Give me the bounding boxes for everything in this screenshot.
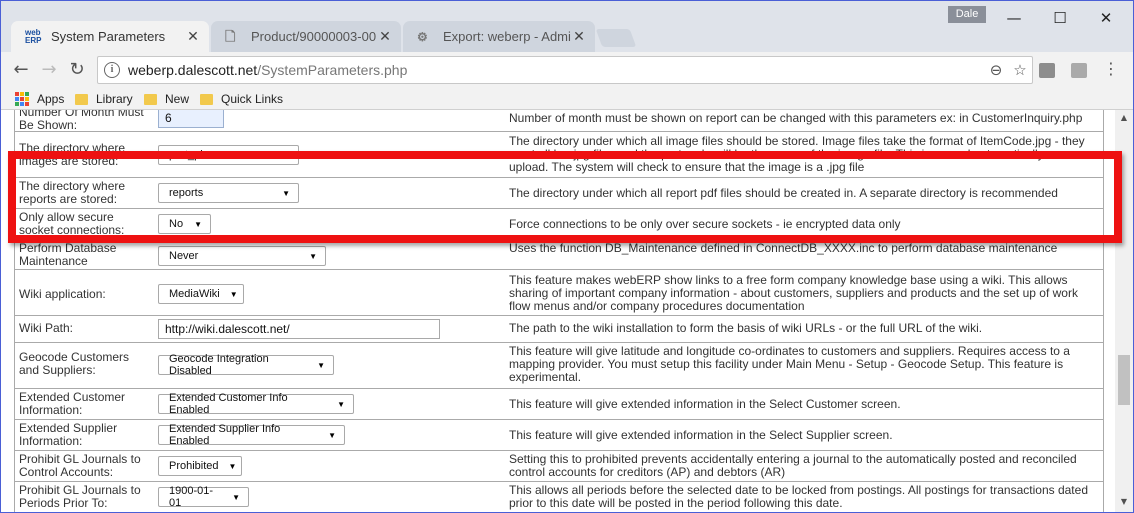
dropdown-caret-icon: ▼ bbox=[229, 289, 238, 299]
dropdown-caret-icon: ▼ bbox=[337, 399, 345, 409]
tab-export[interactable]: ⚙ Export: weberp - Admine ✕ bbox=[403, 21, 595, 52]
new-tab-button[interactable] bbox=[595, 29, 637, 47]
tab-product[interactable]: 🗋 Product/90000003-00 - w ✕ bbox=[211, 21, 401, 52]
apps-icon bbox=[15, 92, 29, 106]
tab-title: System Parameters bbox=[51, 29, 166, 44]
tab-title: Export: weberp - Admine bbox=[443, 29, 571, 44]
extended-supplier-select[interactable]: Extended Supplier Info Enabled ▼ bbox=[158, 423, 345, 447]
prohibit-periods-select[interactable]: 1900-01-01 ▼ bbox=[158, 485, 249, 509]
scroll-down-icon[interactable]: ▼ bbox=[1115, 494, 1133, 510]
tab-title: Product/90000003-00 - w bbox=[251, 29, 377, 44]
tab-system-parameters[interactable]: web ERP System Parameters ✕ bbox=[11, 21, 209, 52]
back-icon[interactable]: ← bbox=[9, 59, 33, 81]
prohibit-control-select[interactable]: Prohibited ▼ bbox=[158, 456, 242, 476]
close-icon[interactable]: ✕ bbox=[185, 29, 201, 45]
document-icon: 🗋 bbox=[225, 28, 236, 44]
bookmarks-bar: Apps Library New Quick Links bbox=[1, 88, 1133, 110]
reload-icon[interactable]: ↻ bbox=[65, 59, 89, 81]
url-text[interactable]: weberp.dalescott.net/SystemParameters.ph… bbox=[128, 62, 984, 78]
zoom-icon[interactable]: ⊖ bbox=[984, 61, 1008, 79]
table-row: Prohibit GL Journals to Control Accounts… bbox=[14, 451, 1104, 482]
extension-icon[interactable] bbox=[1071, 63, 1087, 78]
star-icon[interactable]: ☆ bbox=[1008, 61, 1032, 79]
dropdown-caret-icon: ▼ bbox=[317, 360, 325, 370]
wiki-app-select[interactable]: MediaWiki ▼ bbox=[158, 284, 244, 304]
maximize-icon[interactable]: ☐ bbox=[1037, 7, 1083, 29]
table-row: Wiki application: MediaWiki ▼ This featur… bbox=[14, 270, 1104, 316]
table-row: Extended Customer Information: Extended … bbox=[14, 389, 1104, 420]
db-maintenance-select[interactable]: Never ▼ bbox=[158, 246, 326, 266]
folder-icon bbox=[144, 93, 157, 105]
profile-badge[interactable]: Dale bbox=[948, 6, 986, 23]
extended-customer-select[interactable]: Extended Customer Info Enabled ▼ bbox=[158, 392, 354, 416]
folder-icon bbox=[200, 93, 213, 105]
table-row: Extended Supplier Information: Extended … bbox=[14, 420, 1104, 451]
dropdown-caret-icon: ▼ bbox=[232, 492, 240, 502]
table-row: Number Of Month Must Be Shown: 6 Number … bbox=[14, 110, 1104, 132]
close-icon[interactable]: ✕ bbox=[377, 29, 393, 45]
folder-icon bbox=[75, 93, 88, 105]
browser-window: web ERP System Parameters ✕ 🗋 Product/900… bbox=[1, 1, 1133, 512]
extension-icon[interactable] bbox=[1039, 63, 1055, 78]
menu-icon[interactable]: ⋮ bbox=[1103, 59, 1119, 78]
info-icon[interactable]: i bbox=[104, 62, 120, 78]
weberp-icon: web ERP bbox=[25, 27, 42, 45]
table-row: Geocode Customers and Suppliers: Geocode… bbox=[14, 343, 1104, 389]
wiki-path-input[interactable]: http://wiki.dalescott.net/ bbox=[158, 319, 440, 339]
geocode-select[interactable]: Geocode Integration Disabled ▼ bbox=[158, 353, 334, 377]
months-input[interactable]: 6 bbox=[158, 110, 224, 128]
bookmark-apps[interactable]: Apps bbox=[15, 90, 64, 108]
bookmark-new[interactable]: New bbox=[144, 90, 189, 108]
table-row: Wiki Path: http://wiki.dalescott.net/ Th… bbox=[14, 316, 1104, 343]
puzzle-icon: ⚙ bbox=[417, 29, 428, 44]
dropdown-caret-icon: ▼ bbox=[228, 461, 237, 471]
tab-strip: web ERP System Parameters ✕ 🗋 Product/900… bbox=[1, 1, 1133, 52]
forward-icon[interactable]: → bbox=[37, 59, 61, 81]
scroll-up-icon[interactable]: ▲ bbox=[1115, 110, 1133, 126]
table-row: Prohibit GL Journals to Periods Prior To… bbox=[14, 482, 1104, 512]
close-icon[interactable]: ✕ bbox=[571, 29, 587, 45]
address-bar[interactable]: i weberp.dalescott.net/SystemParameters.… bbox=[97, 56, 1033, 84]
dropdown-caret-icon: ▼ bbox=[328, 430, 336, 440]
minimize-icon[interactable]: — bbox=[991, 7, 1037, 29]
annotation-highlight-box bbox=[8, 151, 1122, 243]
close-window-icon[interactable]: ✕ bbox=[1083, 7, 1129, 29]
table-row: Perform Database Maintenance Never ▼ Uses… bbox=[14, 240, 1104, 270]
bookmark-quick-links[interactable]: Quick Links bbox=[200, 90, 283, 108]
toolbar: ← → ↻ i weberp.dalescott.net/SystemParam… bbox=[1, 52, 1133, 88]
scroll-thumb[interactable] bbox=[1118, 355, 1130, 405]
dropdown-caret-icon: ▼ bbox=[309, 251, 317, 261]
bookmark-library[interactable]: Library bbox=[75, 90, 133, 108]
